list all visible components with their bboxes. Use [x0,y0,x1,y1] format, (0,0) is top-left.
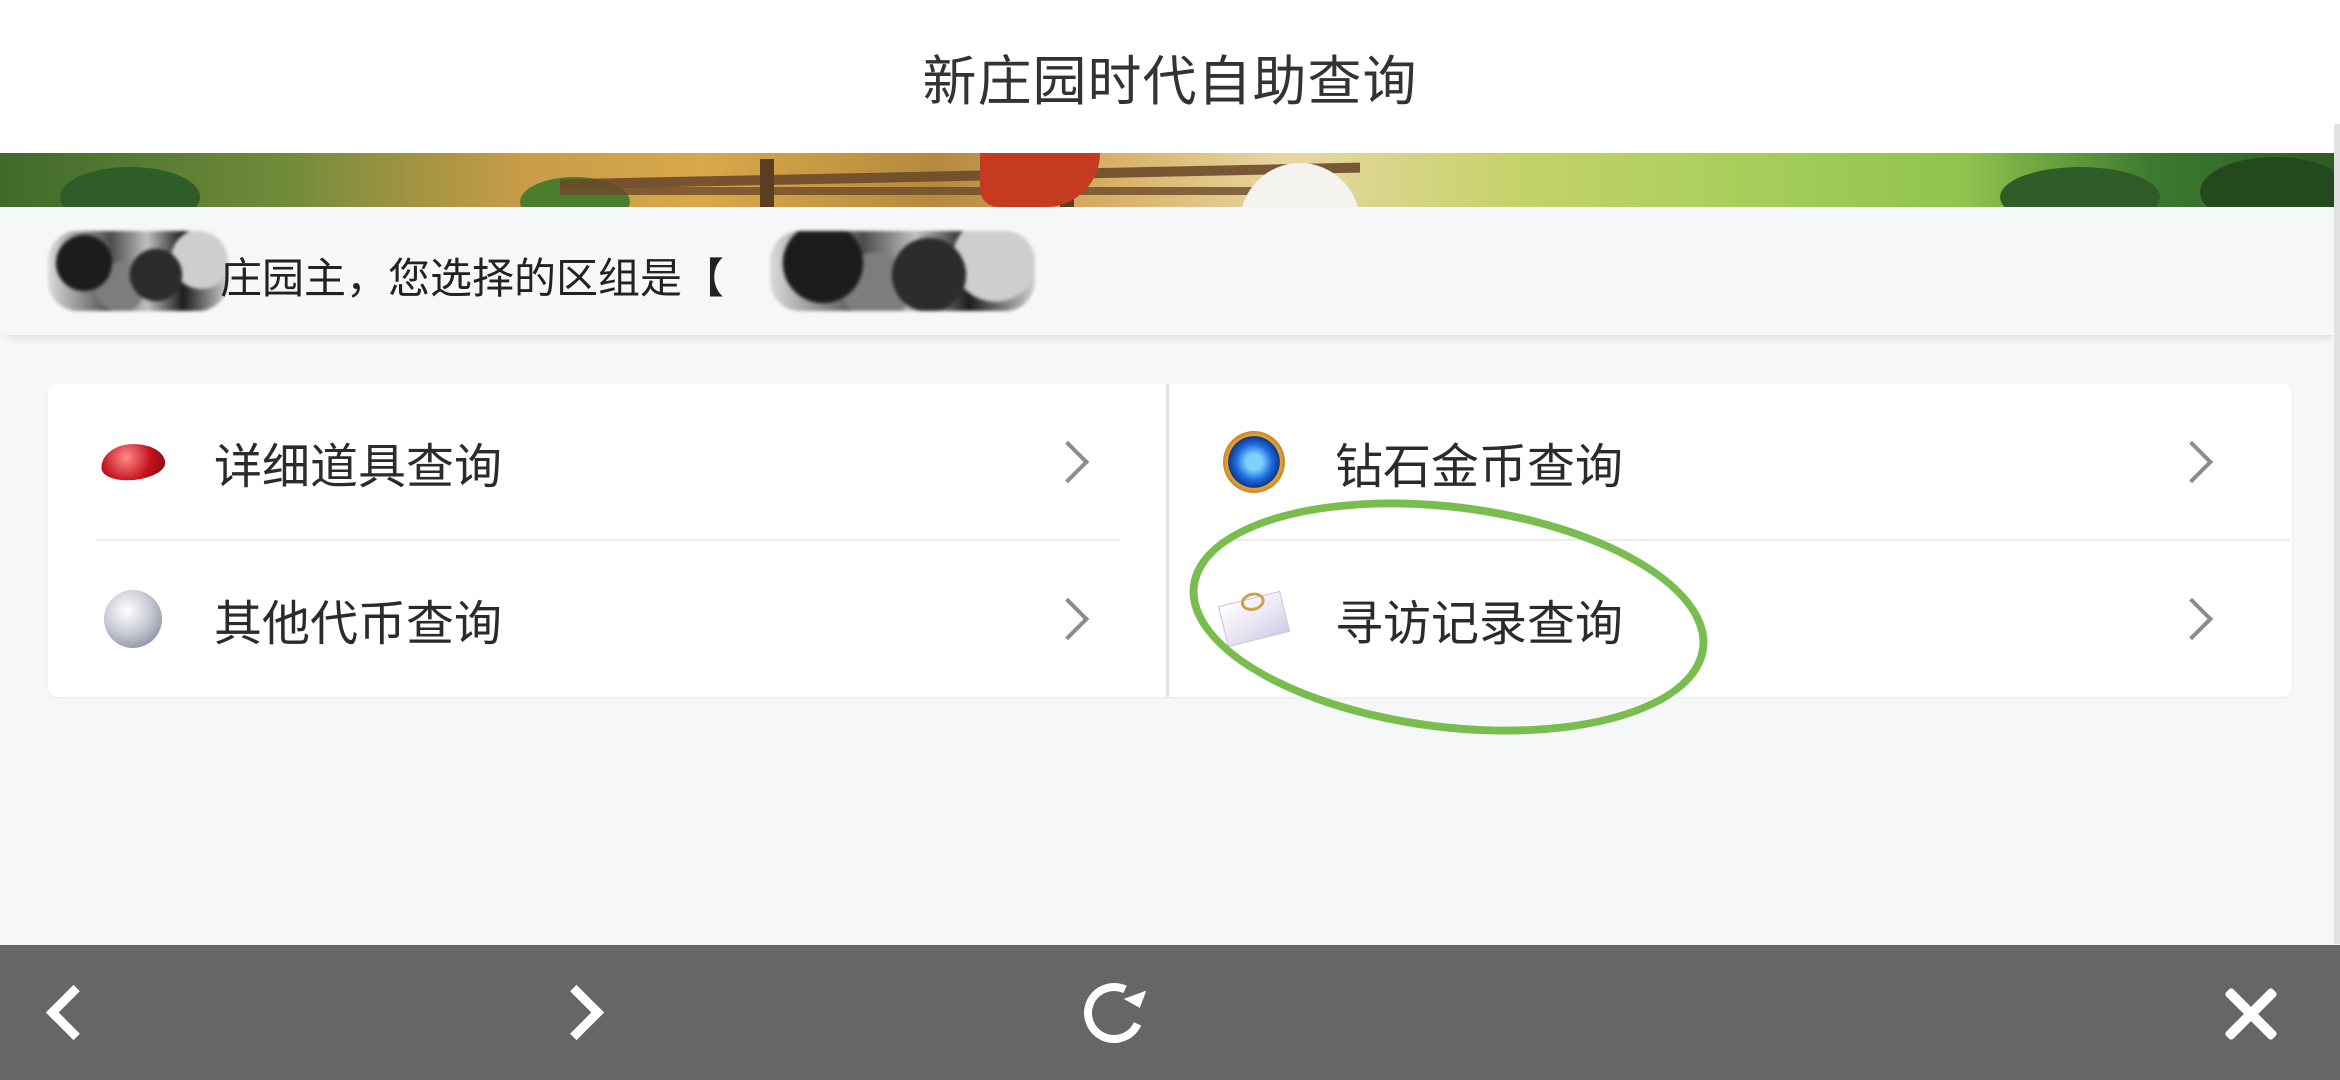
query-menu-card: 详细道具查询 钻石金币查询 其他代币查询 寻访记录查询 [48,384,2292,697]
notice-text: 庄园主，您选择的区组是【 [220,254,725,303]
redacted-username [48,231,228,311]
banner-bush [60,167,200,207]
banner-bush [2200,157,2340,207]
banner-character [980,153,1100,207]
back-button[interactable] [6,945,126,1080]
menu-item-label: 寻访记录查询 [1335,596,1624,652]
server-notice: 庄园主，您选择的区组是【 [0,207,2340,335]
chevron-right-icon [548,984,604,1041]
refresh-icon [1075,974,1153,1051]
close-button[interactable] [2190,945,2310,1080]
forward-button[interactable] [523,945,643,1080]
menu-item-label: 钻石金币查询 [1335,439,1624,495]
refresh-button[interactable] [1054,945,1174,1080]
menu-item-item-query[interactable]: 详细道具查询 [48,384,1168,540]
menu-item-visit-record-query[interactable]: 寻访记录查询 [1169,541,2292,697]
chevron-left-icon [45,984,101,1041]
banner-bush [2000,167,2160,207]
letter-envelope-icon [1217,584,1291,654]
page-header: 新庄园时代自助查询 [0,0,2340,153]
chevron-right-icon [1046,597,1090,641]
bottom-toolbar [0,945,2340,1080]
banner-fence-post [760,159,774,207]
menu-item-other-token-query[interactable]: 其他代币查询 [48,541,1168,697]
red-gem-icon [98,427,168,497]
banner-fence [560,187,1300,195]
chevron-right-icon [1046,440,1090,484]
menu-item-label: 其他代币查询 [214,596,503,652]
banner-image [0,153,2340,207]
silver-coin-icon [98,584,168,654]
page-title: 新庄园时代自助查询 [922,50,1418,113]
chevron-right-icon [2170,597,2214,641]
redacted-server-name [770,231,1035,311]
banner-fence [560,162,1360,190]
chevron-right-icon [2170,440,2214,484]
menu-item-label: 详细道具查询 [214,439,503,495]
close-icon [2222,985,2278,1041]
menu-item-diamond-coin-query[interactable]: 钻石金币查询 [1169,384,2292,540]
scrollbar[interactable] [2334,124,2340,944]
blue-diamond-coin-icon [1219,427,1289,497]
